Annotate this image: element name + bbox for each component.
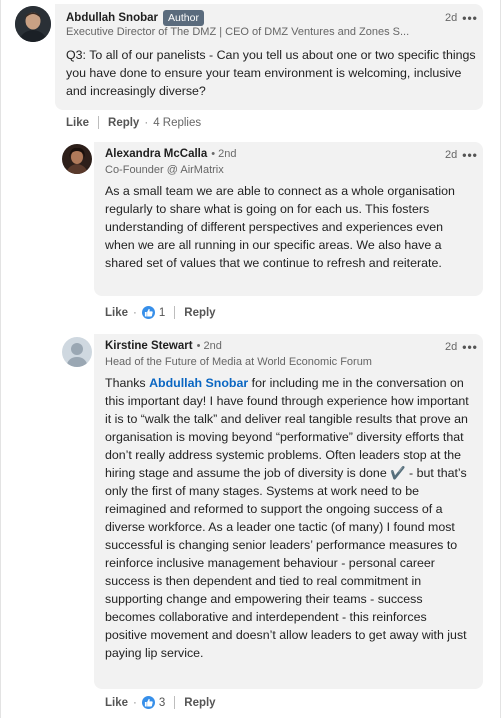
action-divider — [174, 306, 176, 319]
frame-edge-left — [0, 0, 1, 718]
author-name[interactable]: Kirstine Stewart — [105, 340, 193, 352]
like-reaction-icon — [141, 306, 155, 319]
more-options-icon[interactable]: ••• — [462, 148, 478, 162]
like-button[interactable]: Like — [105, 307, 128, 319]
mention-link[interactable]: Abdullah Snobar — [149, 376, 248, 390]
author-name[interactable]: Abdullah Snobar — [66, 12, 158, 24]
reply-meta: 2d ••• — [445, 148, 478, 162]
reply-text: Thanks Abdullah Snobar for including me … — [105, 374, 470, 662]
like-reaction-icon — [141, 696, 155, 709]
more-options-icon[interactable]: ••• — [462, 11, 478, 25]
comment-actions: Like Reply · 4 Replies — [66, 116, 201, 129]
replies-count-link[interactable]: 4 Replies — [153, 117, 201, 129]
avatar-abdullah-snobar[interactable] — [15, 6, 51, 42]
reply-actions: Like · 1 Reply — [105, 306, 216, 319]
action-divider — [174, 696, 176, 709]
timestamp: 2d — [445, 341, 458, 353]
comment-meta: 2d ••• — [445, 11, 478, 25]
connection-degree: • 2nd — [196, 340, 222, 352]
reply-button[interactable]: Reply — [184, 307, 215, 319]
reply-header: Kirstine Stewart • 2nd — [105, 340, 222, 352]
reactions-count[interactable]: 1 — [141, 306, 166, 319]
more-options-icon[interactable]: ••• — [462, 340, 478, 354]
timestamp: 2d — [445, 149, 458, 161]
reply-text: As a small team we are able to connect a… — [105, 184, 455, 270]
like-button[interactable]: Like — [66, 117, 89, 129]
author-headline: Co-Founder @ AirMatrix — [105, 164, 224, 176]
reply-actions: Like · 3 Reply — [105, 696, 216, 709]
separator-dot: · — [133, 696, 137, 709]
reply-button[interactable]: Reply — [108, 117, 139, 129]
like-count: 1 — [158, 306, 166, 319]
author-headline: Head of the Future of Media at World Eco… — [105, 356, 372, 368]
timestamp: 2d — [445, 12, 458, 24]
comment-header: Abdullah Snobar Author — [66, 10, 204, 26]
like-button[interactable]: Like — [105, 697, 128, 709]
author-headline: Executive Director of The DMZ | CEO of D… — [66, 26, 410, 38]
avatar-alexandra-mccalla[interactable] — [62, 144, 92, 174]
comment-text: Q3: To all of our panelists - Can you te… — [66, 48, 476, 98]
reactions-count[interactable]: 3 — [141, 696, 166, 709]
reply-meta: 2d ••• — [445, 340, 478, 354]
reply-header: Alexandra McCalla • 2nd — [105, 148, 237, 160]
separator-dot: · — [144, 116, 149, 129]
author-name[interactable]: Alexandra McCalla — [105, 148, 207, 160]
reply-text-prefix: Thanks — [105, 376, 150, 390]
like-count: 3 — [158, 696, 166, 709]
action-divider — [98, 116, 100, 129]
connection-degree: • 2nd — [211, 148, 237, 160]
reply-text-body: for including me in the conversation on … — [105, 376, 469, 660]
author-badge: Author — [163, 10, 204, 26]
separator-dot: · — [133, 306, 137, 319]
avatar-kirstine-stewart[interactable] — [62, 337, 92, 367]
reply-button[interactable]: Reply — [184, 697, 215, 709]
